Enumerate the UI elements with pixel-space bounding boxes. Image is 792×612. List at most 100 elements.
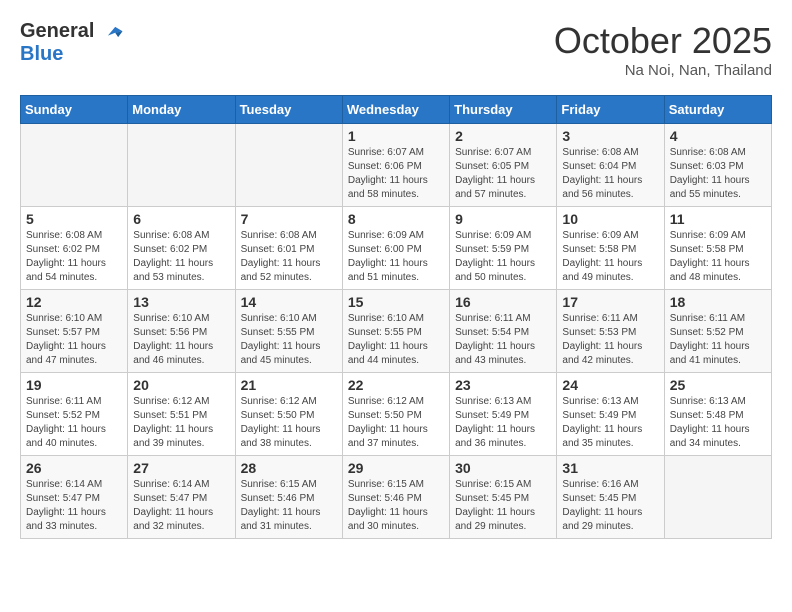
day-number: 1 [348,128,444,144]
day-info: Sunrise: 6:15 AMSunset: 5:46 PMDaylight:… [348,478,444,534]
calendar-cell [664,456,771,539]
day-info: Sunrise: 6:09 AMSunset: 6:00 PMDaylight:… [348,229,444,285]
day-number: 10 [562,211,658,227]
calendar-cell: 15 Sunrise: 6:10 AMSunset: 5:55 PMDayligh… [342,290,449,373]
day-number: 5 [26,211,122,227]
calendar-cell: 6 Sunrise: 6:08 AMSunset: 6:02 PMDaylight… [128,207,235,290]
day-info: Sunrise: 6:08 AMSunset: 6:03 PMDaylight:… [670,146,766,202]
calendar-cell: 22 Sunrise: 6:12 AMSunset: 5:50 PMDayligh… [342,373,449,456]
calendar-cell: 1 Sunrise: 6:07 AMSunset: 6:06 PMDaylight… [342,124,449,207]
day-info: Sunrise: 6:11 AMSunset: 5:54 PMDaylight:… [455,312,551,368]
calendar-cell: 31Sunrise: 6:16 AMSunset: 5:45 PMDayligh… [557,456,664,539]
day-info: Sunrise: 6:12 AMSunset: 5:50 PMDaylight:… [348,395,444,451]
day-info: Sunrise: 6:12 AMSunset: 5:51 PMDaylight:… [133,395,229,451]
day-number: 8 [348,211,444,227]
day-number: 28 [241,460,337,476]
calendar-cell: 20 Sunrise: 6:12 AMSunset: 5:51 PMDayligh… [128,373,235,456]
day-number: 20 [133,377,229,393]
day-info: Sunrise: 6:11 AMSunset: 5:52 PMDaylight:… [26,395,122,451]
week-row-1: 1 Sunrise: 6:07 AMSunset: 6:06 PMDaylight… [21,124,772,207]
weekday-header-monday: Monday [128,96,235,124]
calendar-cell: 18Sunrise: 6:11 AMSunset: 5:52 PMDayligh… [664,290,771,373]
calendar-cell: 16 Sunrise: 6:11 AMSunset: 5:54 PMDayligh… [450,290,557,373]
day-number: 17 [562,294,658,310]
calendar-cell: 21 Sunrise: 6:12 AMSunset: 5:50 PMDayligh… [235,373,342,456]
day-number: 13 [133,294,229,310]
day-info: Sunrise: 6:13 AMSunset: 5:48 PMDaylight:… [670,395,766,451]
day-number: 23 [455,377,551,393]
day-number: 19 [26,377,122,393]
day-info: Sunrise: 6:12 AMSunset: 5:50 PMDaylight:… [241,395,337,451]
calendar-cell [128,124,235,207]
calendar-cell: 11 Sunrise: 6:09 AMSunset: 5:58 PMDayligh… [664,207,771,290]
weekday-header-saturday: Saturday [664,96,771,124]
day-info: Sunrise: 6:11 AMSunset: 5:53 PMDaylight:… [562,312,658,368]
day-info: Sunrise: 6:11 AMSunset: 5:52 PMDaylight:… [670,312,766,368]
day-info: Sunrise: 6:10 AMSunset: 5:55 PMDaylight:… [348,312,444,368]
day-number: 21 [241,377,337,393]
day-number: 31 [562,460,658,476]
day-info: Sunrise: 6:13 AMSunset: 5:49 PMDaylight:… [562,395,658,451]
calendar-cell: 14Sunrise: 6:10 AMSunset: 5:55 PMDayligh… [235,290,342,373]
calendar-cell: 3 Sunrise: 6:08 AMSunset: 6:04 PMDaylight… [557,124,664,207]
day-number: 9 [455,211,551,227]
location: Na Noi, Nan, Thailand [554,62,772,79]
calendar-cell [235,124,342,207]
day-info: Sunrise: 6:15 AMSunset: 5:45 PMDaylight:… [455,478,551,534]
day-number: 22 [348,377,444,393]
calendar-cell: 7Sunrise: 6:08 AMSunset: 6:01 PMDaylight… [235,207,342,290]
day-number: 3 [562,128,658,144]
day-number: 6 [133,211,229,227]
day-info: Sunrise: 6:10 AMSunset: 5:57 PMDaylight:… [26,312,122,368]
day-number: 16 [455,294,551,310]
calendar-cell: 13Sunrise: 6:10 AMSunset: 5:56 PMDayligh… [128,290,235,373]
weekday-header-thursday: Thursday [450,96,557,124]
calendar-cell: 28 Sunrise: 6:15 AMSunset: 5:46 PMDayligh… [235,456,342,539]
week-row-2: 5 Sunrise: 6:08 AMSunset: 6:02 PMDaylight… [21,207,772,290]
day-info: Sunrise: 6:08 AMSunset: 6:01 PMDaylight:… [241,229,337,285]
logo: General Blue [20,20,124,66]
calendar-cell: 5Sunrise: 6:08 AMSunset: 6:02 PMDaylight… [21,207,128,290]
title-area: October 2025 Na Noi, Nan, Thailand [554,20,772,79]
week-row-3: 12Sunrise: 6:10 AMSunset: 5:57 PMDayligh… [21,290,772,373]
day-number: 4 [670,128,766,144]
weekday-header-friday: Friday [557,96,664,124]
calendar-cell: 9 Sunrise: 6:09 AMSunset: 5:59 PMDaylight… [450,207,557,290]
day-number: 2 [455,128,551,144]
weekday-header-tuesday: Tuesday [235,96,342,124]
day-info: Sunrise: 6:09 AMSunset: 5:59 PMDaylight:… [455,229,551,285]
day-number: 11 [670,211,766,227]
calendar-cell: 23Sunrise: 6:13 AMSunset: 5:49 PMDayligh… [450,373,557,456]
calendar-cell: 19 Sunrise: 6:11 AMSunset: 5:52 PMDayligh… [21,373,128,456]
day-info: Sunrise: 6:14 AMSunset: 5:47 PMDaylight:… [133,478,229,534]
day-number: 25 [670,377,766,393]
calendar-cell: 2 Sunrise: 6:07 AMSunset: 6:05 PMDaylight… [450,124,557,207]
calendar-cell: 12Sunrise: 6:10 AMSunset: 5:57 PMDayligh… [21,290,128,373]
month-title: October 2025 [554,20,772,62]
calendar-cell: 24Sunrise: 6:13 AMSunset: 5:49 PMDayligh… [557,373,664,456]
calendar-cell: 26Sunrise: 6:14 AMSunset: 5:47 PMDayligh… [21,456,128,539]
day-info: Sunrise: 6:09 AMSunset: 5:58 PMDaylight:… [670,229,766,285]
page-header: General Blue October 2025 Na Noi, Nan, T… [20,20,772,79]
calendar-cell: 8 Sunrise: 6:09 AMSunset: 6:00 PMDaylight… [342,207,449,290]
day-info: Sunrise: 6:15 AMSunset: 5:46 PMDaylight:… [241,478,337,534]
day-number: 30 [455,460,551,476]
day-number: 15 [348,294,444,310]
day-info: Sunrise: 6:09 AMSunset: 5:58 PMDaylight:… [562,229,658,285]
logo-blue: Blue [20,43,124,66]
calendar-cell: 29Sunrise: 6:15 AMSunset: 5:46 PMDayligh… [342,456,449,539]
day-info: Sunrise: 6:08 AMSunset: 6:04 PMDaylight:… [562,146,658,202]
week-row-5: 26Sunrise: 6:14 AMSunset: 5:47 PMDayligh… [21,456,772,539]
weekday-header-wednesday: Wednesday [342,96,449,124]
day-info: Sunrise: 6:07 AMSunset: 6:05 PMDaylight:… [455,146,551,202]
day-info: Sunrise: 6:08 AMSunset: 6:02 PMDaylight:… [133,229,229,285]
calendar-cell: 17 Sunrise: 6:11 AMSunset: 5:53 PMDayligh… [557,290,664,373]
calendar-cell: 10 Sunrise: 6:09 AMSunset: 5:58 PMDayligh… [557,207,664,290]
logo-general: General [20,20,94,42]
calendar-cell: 4 Sunrise: 6:08 AMSunset: 6:03 PMDaylight… [664,124,771,207]
weekday-header-sunday: Sunday [21,96,128,124]
day-info: Sunrise: 6:07 AMSunset: 6:06 PMDaylight:… [348,146,444,202]
calendar-cell: 27Sunrise: 6:14 AMSunset: 5:47 PMDayligh… [128,456,235,539]
calendar-cell: 25 Sunrise: 6:13 AMSunset: 5:48 PMDayligh… [664,373,771,456]
week-row-4: 19 Sunrise: 6:11 AMSunset: 5:52 PMDayligh… [21,373,772,456]
